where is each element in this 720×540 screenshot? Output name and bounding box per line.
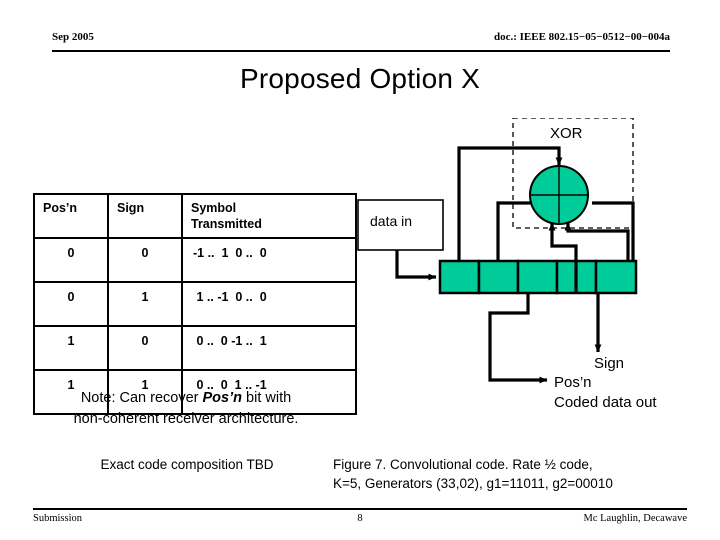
note-suffix: bit with xyxy=(242,390,292,406)
wire-data-in-to-register xyxy=(395,250,437,281)
cell-symbol: -1 .. 1 0 .. 0 xyxy=(181,237,357,283)
register-cell xyxy=(594,259,638,295)
cell-sign: 0 xyxy=(107,325,183,371)
register-cell xyxy=(477,259,520,295)
table-row: 0 0 -1 .. 1 0 .. 0 xyxy=(33,237,357,283)
page-title: Proposed Option X xyxy=(240,63,480,94)
cell-posn: 1 xyxy=(33,325,109,371)
note-emphasis: Pos’n xyxy=(202,390,242,406)
header-divider xyxy=(52,50,670,52)
data-in-label: data in xyxy=(370,213,413,229)
table-header-symbol: Symbol Transmitted xyxy=(181,193,357,239)
footer-divider xyxy=(33,508,687,510)
figure-caption: Figure 7. Convolutional code. Rate ½ cod… xyxy=(333,455,715,493)
figure-caption-line1: Figure 7. Convolutional code. Rate ½ cod… xyxy=(333,457,593,472)
table-row: 1 0 0 .. 0 -1 .. 1 xyxy=(33,325,357,371)
tbd-note: Exact code composition TBD xyxy=(100,457,274,472)
shift-register xyxy=(438,259,638,295)
figure-caption-line2: K=5, Generators (33,02), g1=11011, g2=00… xyxy=(333,476,613,491)
table-row: 0 1 1 .. -1 0 .. 0 xyxy=(33,281,357,327)
convolutional-encoder-diagram: XOR data in Sign Pos’n Coded data out xyxy=(340,118,720,418)
slide-header: Sep 2005 doc.: IEEE 802.15−05−0512−00−00… xyxy=(52,30,670,52)
wire-posn-output xyxy=(488,293,548,384)
note-prefix: Note: Can recover xyxy=(80,390,203,406)
cell-posn: 0 xyxy=(33,281,109,327)
coded-data-out-label: Coded data out xyxy=(554,394,657,411)
table-header-symbol-line1: Symbol xyxy=(191,201,237,215)
note-text: Note: Can recover Pos’n bit with non-coh… xyxy=(26,388,346,430)
cell-sign: 0 xyxy=(107,237,183,283)
register-cell xyxy=(516,259,559,295)
slide-footer: Submission 8 Mc Laughlin, Decawave xyxy=(33,508,687,528)
xor-label: XOR xyxy=(550,125,583,142)
encoder-schematic xyxy=(357,118,638,384)
table-header-row: Pos’n Sign Symbol Transmitted xyxy=(33,193,357,239)
table-header-posn: Pos’n xyxy=(33,193,109,239)
symbol-mapping-table: Pos’n Sign Symbol Transmitted 0 0 -1 .. … xyxy=(33,193,357,415)
cell-posn: 0 xyxy=(33,237,109,283)
cell-symbol: 1 .. -1 0 .. 0 xyxy=(181,281,357,327)
register-cell xyxy=(438,259,481,295)
posn-output-label: Pos’n xyxy=(554,374,592,391)
table-header-symbol-line2: Transmitted xyxy=(191,217,262,231)
sign-output-label: Sign xyxy=(594,355,625,372)
note-line2: non-coherent receiver architecture. xyxy=(73,411,299,427)
table-header-sign: Sign xyxy=(107,193,183,239)
footer-author: Mc Laughlin, Decawave xyxy=(583,513,688,524)
header-document-number: doc.: IEEE 802.15−05−0512−00−004a xyxy=(493,31,670,43)
cell-symbol: 0 .. 0 -1 .. 1 xyxy=(181,325,357,371)
cell-sign: 1 xyxy=(107,281,183,327)
header-date: Sep 2005 xyxy=(52,31,94,43)
